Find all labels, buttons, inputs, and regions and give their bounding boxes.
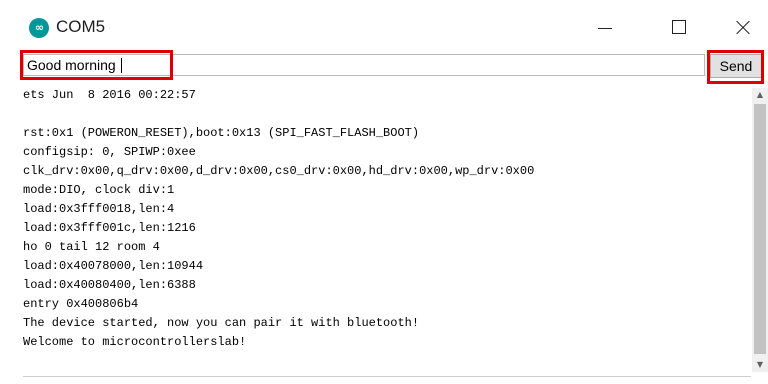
divider bbox=[23, 376, 751, 377]
window-title: COM5 bbox=[56, 17, 106, 36]
output-line: Welcome to microcontrollerslab! bbox=[23, 335, 247, 349]
arduino-icon: ∞ bbox=[29, 18, 49, 38]
output-line: ets Jun 8 2016 00:22:57 bbox=[23, 88, 196, 102]
vertical-scrollbar[interactable]: ▲ ▼ bbox=[752, 88, 768, 372]
output-line: load:0x3fff0018,len:4 bbox=[23, 202, 175, 216]
maximize-icon bbox=[672, 20, 686, 34]
send-button[interactable]: Send bbox=[710, 54, 762, 78]
minimize-icon bbox=[598, 28, 612, 29]
output-line: configsip: 0, SPIWP:0xee bbox=[23, 145, 196, 159]
output-line: entry 0x400806b4 bbox=[23, 297, 139, 311]
maximize-button[interactable] bbox=[656, 10, 702, 44]
output-line: load:0x40080400,len:6388 bbox=[23, 278, 196, 292]
output-line: rst:0x1 (POWERON_RESET),boot:0x13 (SPI_F… bbox=[23, 126, 420, 140]
close-button[interactable] bbox=[720, 10, 766, 44]
input-row: Send bbox=[0, 50, 768, 84]
output-line: load:0x3fff001c,len:1216 bbox=[23, 221, 196, 235]
text-caret bbox=[121, 58, 122, 73]
title-bar: ∞ COM5 bbox=[0, 0, 768, 50]
output-line: The device started, now you can pair it … bbox=[23, 316, 420, 330]
output-line: ho 0 tail 12 room 4 bbox=[23, 240, 160, 254]
minimize-button[interactable] bbox=[582, 10, 628, 44]
serial-output[interactable]: ets Jun 8 2016 00:22:57 rst:0x1 (POWERON_… bbox=[23, 86, 743, 372]
scroll-up-icon[interactable]: ▲ bbox=[752, 88, 768, 102]
output-line: load:0x40078000,len:10944 bbox=[23, 259, 204, 273]
scroll-down-icon[interactable]: ▼ bbox=[752, 358, 768, 372]
scroll-thumb[interactable] bbox=[754, 104, 766, 354]
output-line: mode:DIO, clock div:1 bbox=[23, 183, 175, 197]
output-line: clk_drv:0x00,q_drv:0x00,d_drv:0x00,cs0_d… bbox=[23, 164, 535, 178]
message-input[interactable] bbox=[23, 54, 705, 76]
